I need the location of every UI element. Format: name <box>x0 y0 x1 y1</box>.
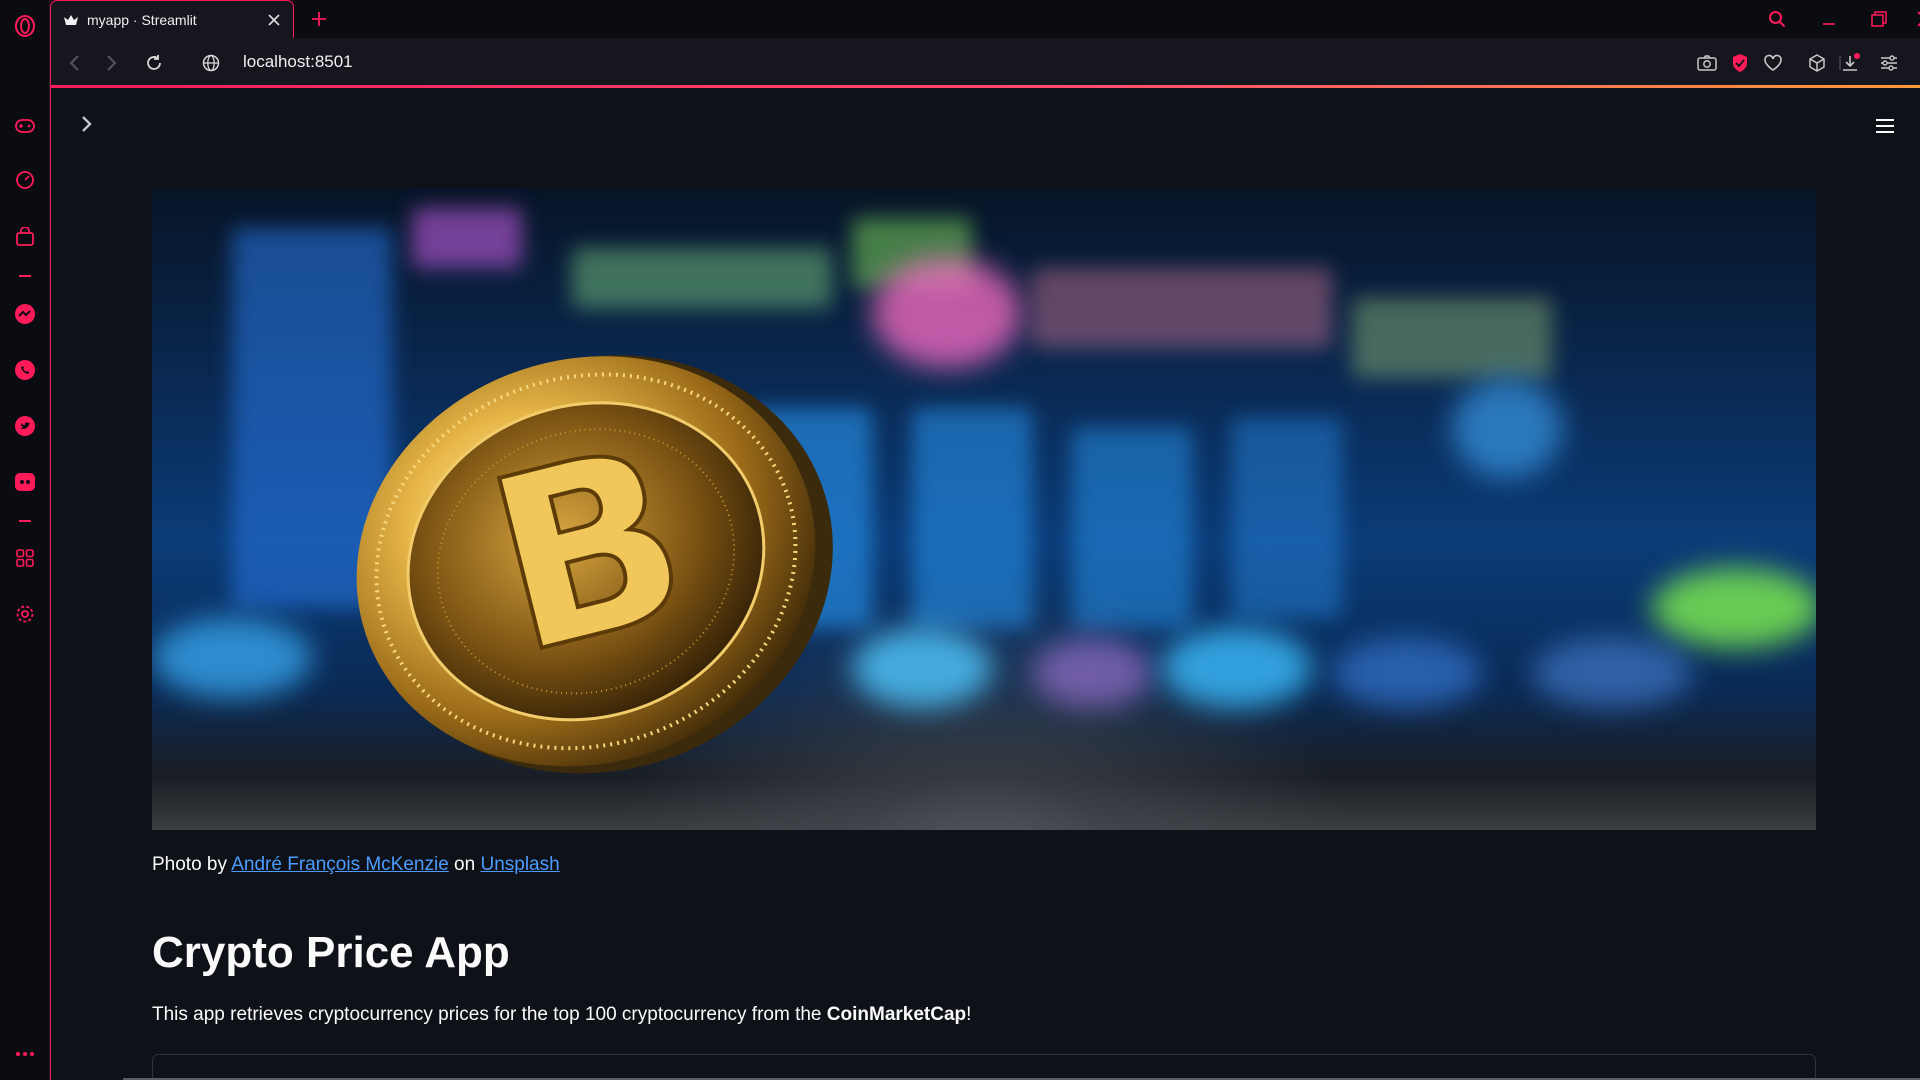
coinmarketcap-strong: CoinMarketCap <box>826 1004 967 1025</box>
game-controller-icon[interactable] <box>13 114 37 138</box>
tab-strip: myapp · Streamlit <box>50 0 1920 38</box>
messenger-icon[interactable] <box>13 302 37 326</box>
url-text[interactable]: localhost:8501 <box>243 52 353 72</box>
chevron-right-icon[interactable] <box>75 112 99 136</box>
description-text: This app retrieves cryptocurrency prices… <box>152 1004 827 1025</box>
tab-title: myapp · Streamlit <box>87 11 197 28</box>
download-icon[interactable] <box>1839 51 1863 75</box>
bitcoin-coin-icon: B <box>356 355 833 774</box>
search-tabs-icon[interactable] <box>1760 4 1794 34</box>
opera-logo-icon[interactable] <box>13 14 37 38</box>
minimize-icon[interactable] <box>1812 4 1846 34</box>
description-suffix: ! <box>966 1004 972 1025</box>
settings-gear-icon[interactable] <box>13 602 37 626</box>
close-window-icon[interactable] <box>1908 4 1920 34</box>
snapshot-camera-icon[interactable] <box>1695 51 1719 75</box>
bag-icon[interactable] <box>13 225 37 249</box>
close-tab-icon[interactable] <box>263 9 285 31</box>
back-icon[interactable] <box>61 50 87 76</box>
page-title: Crypto Price App <box>152 928 510 977</box>
restore-icon[interactable] <box>1862 4 1896 34</box>
browser-sidebar <box>0 0 50 1080</box>
browser-tab-active[interactable]: myapp · Streamlit <box>50 0 294 38</box>
address-bar: localhost:8501 <box>50 38 1920 88</box>
site-info-globe-icon[interactable] <box>198 50 224 76</box>
cube-icon[interactable] <box>1805 51 1829 75</box>
easy-setup-icon[interactable] <box>1877 51 1901 75</box>
more-dots-icon[interactable] <box>13 1042 37 1066</box>
sidebar-separator <box>19 275 31 277</box>
extensions-grid-icon[interactable] <box>13 546 37 570</box>
forward-icon[interactable] <box>99 50 125 76</box>
photo-credit-middle: on <box>448 854 481 875</box>
sidebar-separator <box>19 520 31 522</box>
app-description: This app retrieves cryptocurrency prices… <box>152 1004 971 1026</box>
unsplash-link[interactable]: Unsplash <box>480 854 559 875</box>
streamlit-app: B Photo by André François McKenzie on Un… <box>50 88 1920 1080</box>
about-expander[interactable] <box>152 1054 1816 1080</box>
author-link[interactable]: André François McKenzie <box>231 854 449 875</box>
discord-icon[interactable] <box>13 470 37 494</box>
hamburger-menu-icon[interactable] <box>1872 114 1898 138</box>
photo-credit-prefix: Photo by <box>152 854 232 875</box>
bookmark-heart-icon[interactable] <box>1761 51 1785 75</box>
whatsapp-icon[interactable] <box>13 358 37 382</box>
streamlit-crown-icon <box>63 12 79 28</box>
new-tab-button[interactable] <box>306 6 332 32</box>
hero-image-bitcoin: B <box>152 188 1816 830</box>
twitter-icon[interactable] <box>13 414 37 438</box>
photo-credit: Photo by André François McKenzie on Unsp… <box>152 854 560 876</box>
reload-icon[interactable] <box>141 50 167 76</box>
speed-dial-icon[interactable] <box>13 168 37 192</box>
adblock-shield-icon[interactable] <box>1728 51 1752 75</box>
